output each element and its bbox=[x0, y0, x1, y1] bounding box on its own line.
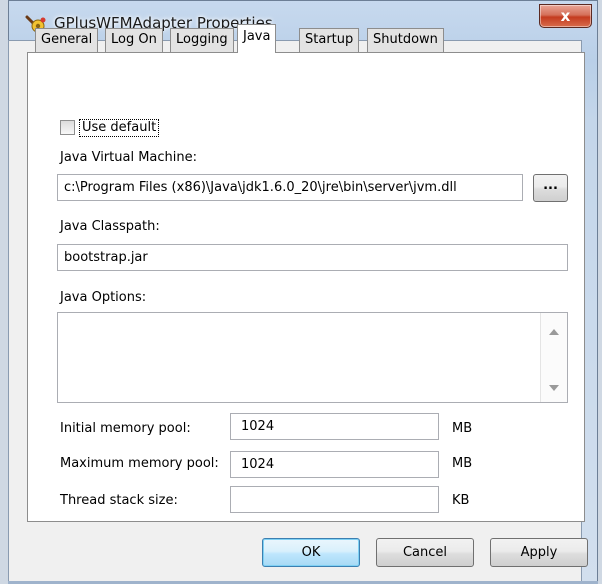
thread-stack-input[interactable] bbox=[230, 486, 439, 513]
tab-startup[interactable]: Startup bbox=[299, 28, 360, 52]
scroll-down-arrow-icon[interactable] bbox=[549, 385, 559, 391]
jvm-path-input[interactable]: c:\Program Files (x86)\Java\jdk1.6.0_20\… bbox=[57, 174, 523, 201]
close-button[interactable]: x bbox=[539, 4, 592, 28]
jvm-label: Java Virtual Machine: bbox=[60, 150, 198, 165]
tab-shutdown[interactable]: Shutdown bbox=[367, 28, 444, 52]
max-memory-label: Maximum memory pool: bbox=[60, 456, 219, 471]
use-default-checkbox[interactable] bbox=[60, 120, 75, 135]
ok-button[interactable]: OK bbox=[262, 538, 360, 567]
java-options-textarea[interactable] bbox=[57, 312, 568, 403]
scroll-up-arrow-icon[interactable] bbox=[549, 329, 559, 335]
tab-log-on[interactable]: Log On bbox=[105, 28, 163, 52]
classpath-input[interactable]: bootstrap.jar bbox=[57, 244, 568, 271]
classpath-label: Java Classpath: bbox=[60, 219, 160, 234]
tab-java[interactable]: Java bbox=[237, 24, 277, 53]
thread-stack-label: Thread stack size: bbox=[60, 493, 178, 508]
initial-memory-label: Initial memory pool: bbox=[60, 421, 191, 436]
initial-memory-unit: MB bbox=[452, 421, 473, 436]
browse-jvm-button[interactable]: ... bbox=[533, 174, 568, 202]
use-default-label[interactable]: Use default bbox=[79, 119, 160, 137]
cancel-button[interactable]: Cancel bbox=[376, 538, 474, 567]
initial-memory-input[interactable]: 1024 bbox=[230, 413, 439, 440]
options-scrollbar[interactable] bbox=[540, 313, 567, 402]
tab-general[interactable]: General bbox=[35, 28, 99, 52]
max-memory-input[interactable]: 1024 bbox=[230, 451, 439, 478]
tab-logging[interactable]: Logging bbox=[170, 28, 234, 52]
apply-label: Apply bbox=[520, 545, 558, 560]
apply-button[interactable]: Apply bbox=[490, 538, 588, 567]
thread-stack-unit: KB bbox=[452, 493, 470, 508]
max-memory-unit: MB bbox=[452, 456, 473, 471]
close-icon: x bbox=[560, 7, 571, 25]
java-options-label: Java Options: bbox=[60, 290, 147, 305]
